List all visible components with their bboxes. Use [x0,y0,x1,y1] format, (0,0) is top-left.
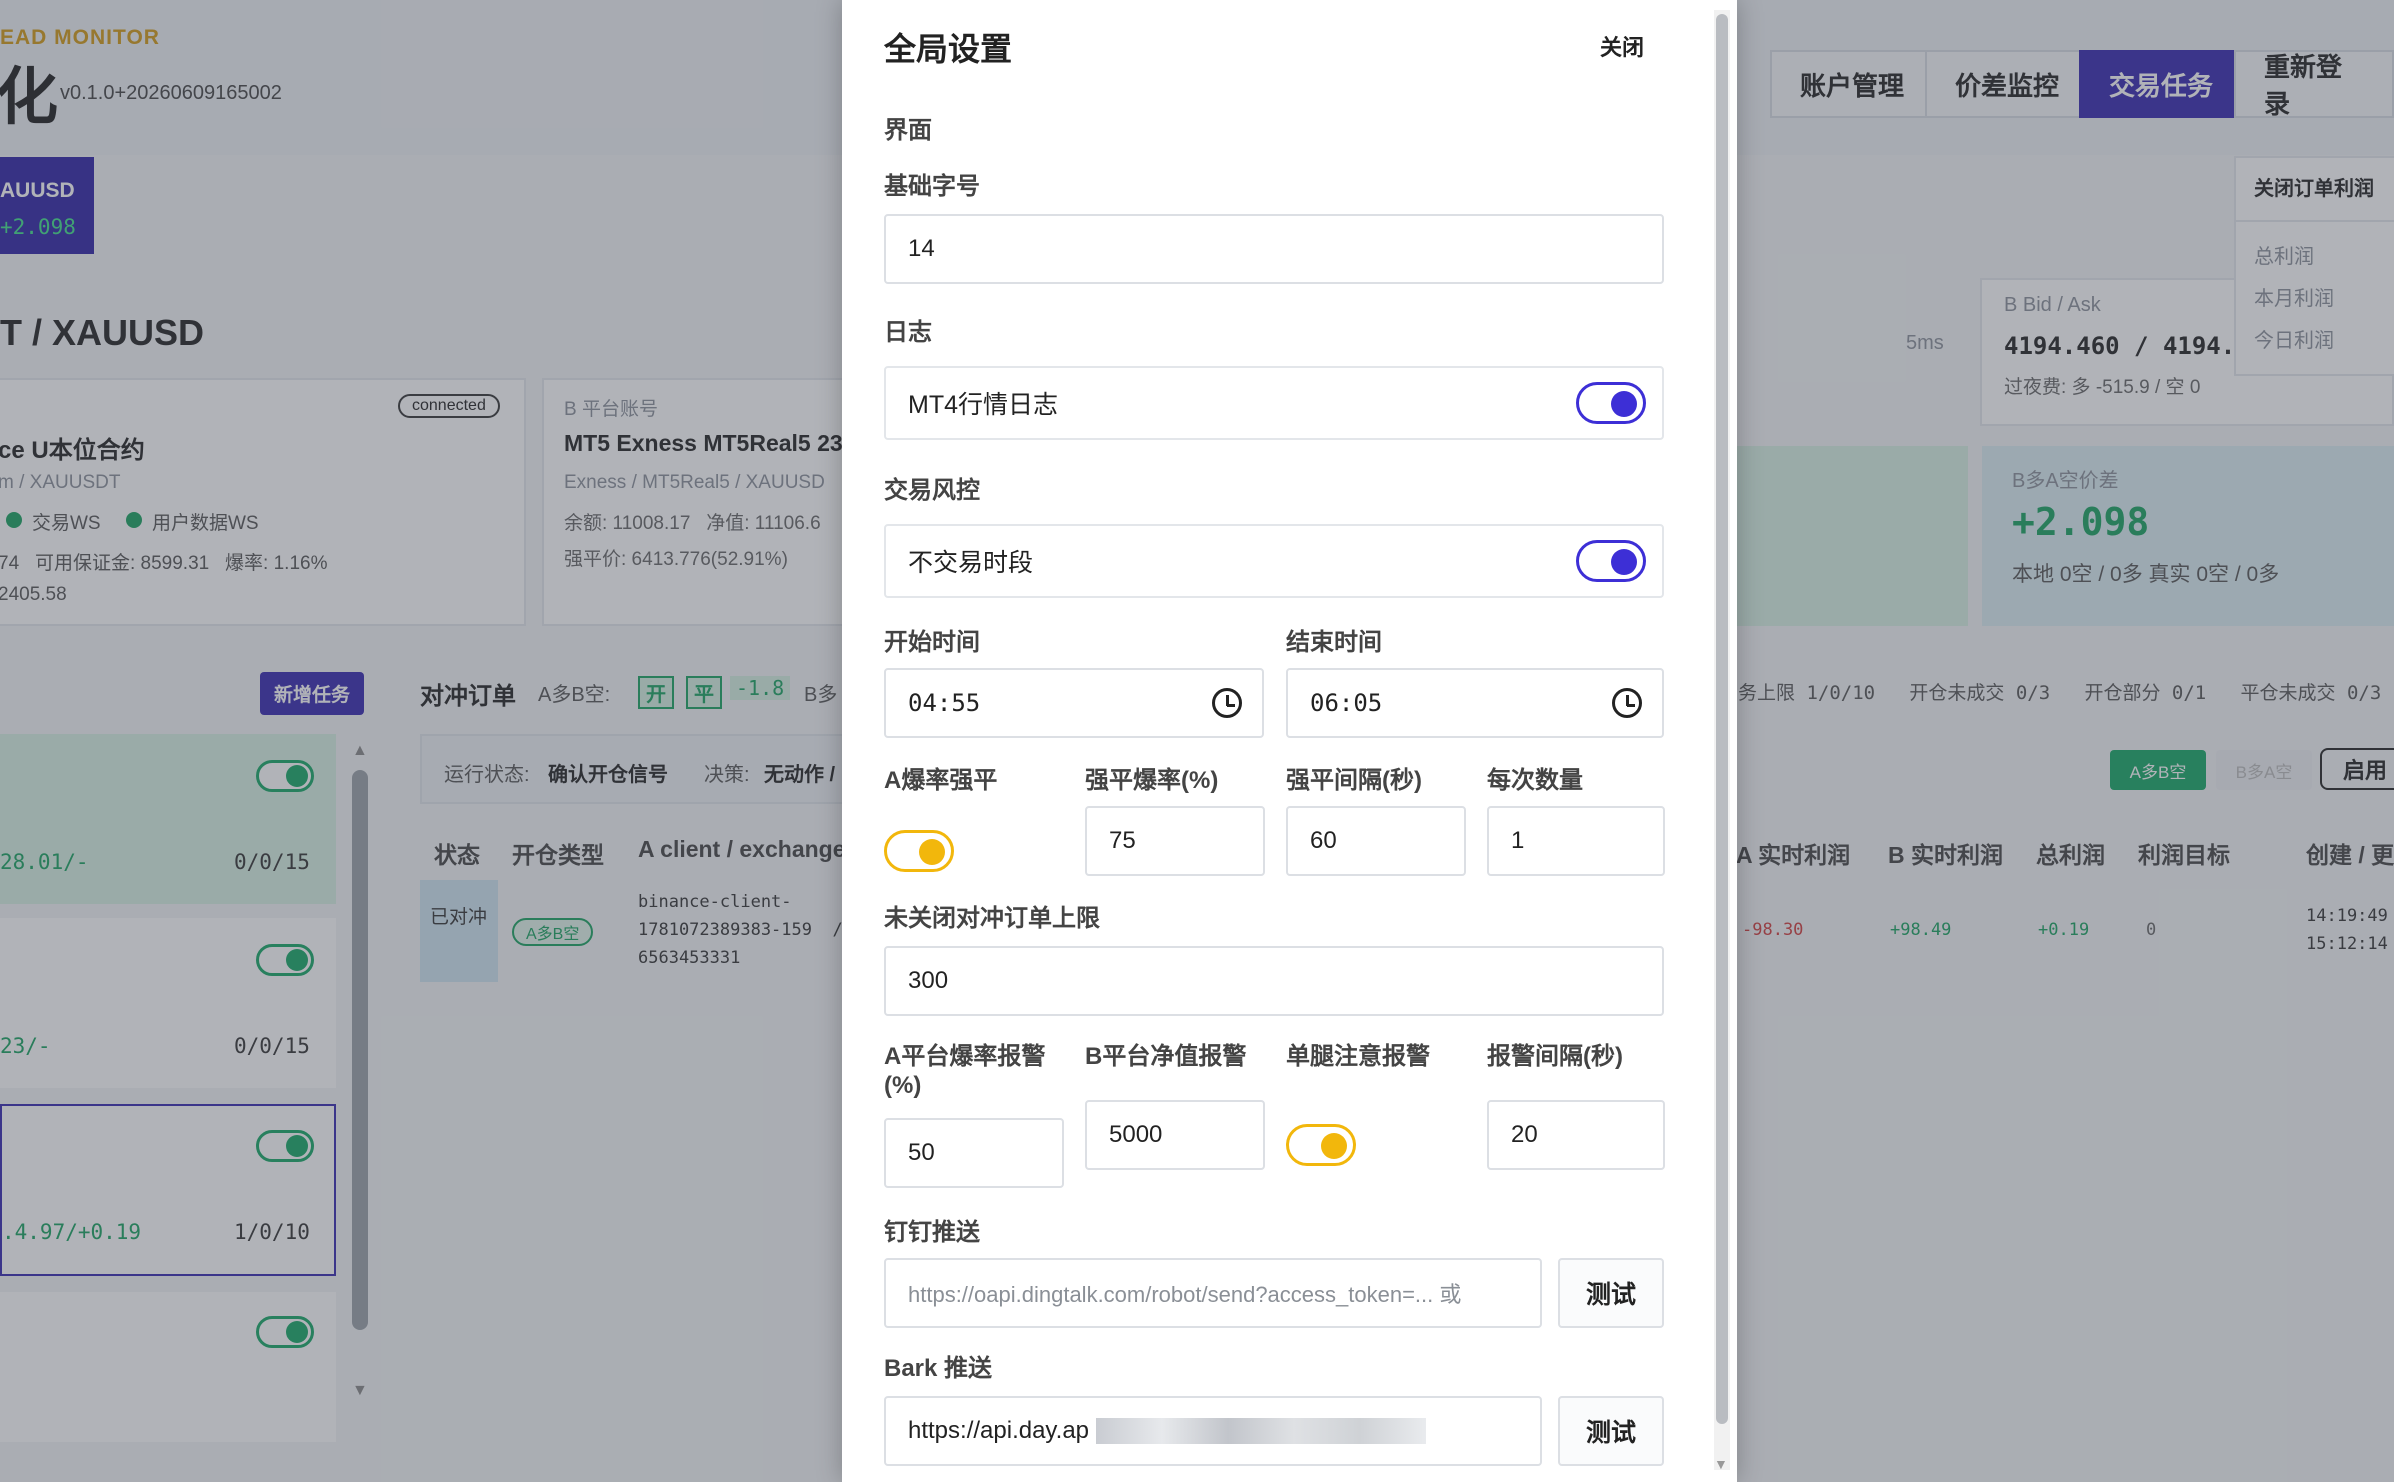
bark-label: Bark 推送 [884,1355,993,1382]
a-alert-label-unit: (%) [884,1072,922,1099]
a-alert-input[interactable]: 50 [884,1118,1064,1188]
end-time-label: 结束时间 [1286,629,1382,656]
liq-rate-input[interactable]: 75 [1085,806,1265,876]
qty-input[interactable]: 1 [1487,806,1665,876]
max-open-label: 未关闭对冲订单上限 [884,905,1100,932]
liq-interval-label: 强平间隔(秒) [1286,767,1422,794]
max-open-input[interactable]: 300 [884,946,1664,1016]
bark-value: https://api.day.ap [908,1417,1090,1444]
alert-interval-input[interactable]: 20 [1487,1100,1665,1170]
qty-label: 每次数量 [1487,767,1583,794]
single-leg-switch[interactable] [1286,1124,1356,1166]
close-button[interactable]: 关闭 [1600,30,1644,62]
liq-rate-label: 强平爆率(%) [1085,767,1219,794]
redacted-text [1096,1418,1426,1444]
b-alert-label: B平台净值报警 [1085,1043,1247,1070]
liq-interval-input[interactable]: 60 [1286,806,1466,876]
clock-icon[interactable] [1212,688,1242,718]
no-trade-label: 不交易时段 [908,549,1034,577]
mt4-log-row: MT4行情日志 [884,366,1664,440]
clock-icon[interactable] [1612,688,1642,718]
dialog-scrollbar-thumb[interactable] [1716,14,1728,1424]
section-risk: 交易风控 [884,477,980,504]
bark-test-button[interactable]: 测试 [1558,1396,1664,1466]
end-time-value: 06:05 [1310,689,1383,717]
scroll-down-icon[interactable]: ▼ [1714,1456,1728,1472]
a-alert-label: A平台爆率报警 [884,1043,1046,1070]
mt4-log-switch[interactable] [1576,382,1646,424]
font-size-input[interactable]: 14 [884,214,1664,284]
single-leg-label: 单腿注意报警 [1286,1043,1430,1070]
liq-switch[interactable] [884,830,954,872]
start-time-label: 开始时间 [884,629,980,656]
start-time-value: 04:55 [908,689,981,717]
dialog-title: 全局设置 [884,31,1013,67]
alert-interval-label: 报警间隔(秒) [1487,1043,1623,1070]
section-log: 日志 [884,319,932,346]
dingtalk-input[interactable]: https://oapi.dingtalk.com/robot/send?acc… [884,1258,1542,1328]
end-time-input[interactable]: 06:05 [1286,668,1664,738]
section-ui: 界面 [884,117,932,144]
start-time-input[interactable]: 04:55 [884,668,1264,738]
bark-input[interactable]: https://api.day.ap [884,1396,1542,1466]
font-size-label: 基础字号 [884,173,980,200]
b-alert-input[interactable]: 5000 [1085,1100,1265,1170]
global-settings-dialog: 全局设置 关闭 界面 基础字号 14 日志 MT4行情日志 交易风控 不交易时段… [842,0,1737,1482]
dingtalk-test-button[interactable]: 测试 [1558,1258,1664,1328]
no-trade-switch[interactable] [1576,540,1646,582]
mt4-log-label: MT4行情日志 [908,391,1059,419]
dingtalk-label: 钉钉推送 [884,1219,980,1246]
liq-label: A爆率强平 [884,767,998,794]
no-trade-row: 不交易时段 [884,524,1664,598]
